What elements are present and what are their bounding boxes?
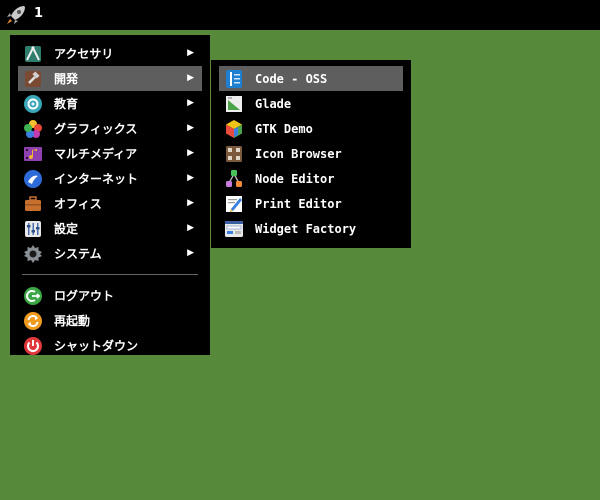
submenu-item-label: Node Editor	[255, 171, 335, 186]
development-submenu: Code - OSS Glade GTK Demo Icon Browser N…	[211, 60, 411, 248]
accessories-icon	[23, 44, 43, 64]
submenu-arrow-icon: ▶	[187, 248, 194, 258]
multimedia-icon	[23, 144, 43, 164]
office-icon	[23, 194, 43, 214]
menu-item-label: 教育	[54, 97, 79, 111]
reboot-icon	[23, 311, 43, 331]
system-icon	[23, 244, 43, 264]
submenu-item-label: Code - OSS	[255, 71, 328, 86]
submenu-arrow-icon: ▶	[187, 123, 194, 133]
submenu-arrow-icon: ▶	[187, 148, 194, 158]
workspace-indicator[interactable]: 1	[34, 6, 43, 21]
glade-icon	[224, 94, 244, 114]
submenu-item-print-editor[interactable]: Print Editor	[219, 191, 403, 216]
code-oss-icon	[224, 69, 244, 89]
submenu-item-label: Print Editor	[255, 196, 342, 211]
menu-item-logout[interactable]: ログアウト	[18, 283, 202, 308]
application-menu: アクセサリ ▶ 開発 ▶ 教育 ▶ グラフィックス ▶ マルチメディア ▶ イン…	[10, 35, 210, 355]
development-icon	[23, 69, 43, 89]
menu-item-label: ログアウト	[54, 289, 115, 303]
internet-icon	[23, 169, 43, 189]
submenu-arrow-icon: ▶	[187, 98, 194, 108]
menu-item-label: システム	[54, 247, 102, 261]
menu-item-label: シャットダウン	[54, 339, 139, 353]
menu-item-multimedia[interactable]: マルチメディア ▶	[18, 141, 202, 166]
submenu-arrow-icon: ▶	[187, 223, 194, 233]
menu-item-office[interactable]: オフィス ▶	[18, 191, 202, 216]
gtk-demo-icon	[224, 119, 244, 139]
menu-item-graphics[interactable]: グラフィックス ▶	[18, 116, 202, 141]
menu-item-system[interactable]: システム ▶	[18, 241, 202, 266]
logout-icon	[23, 286, 43, 306]
menu-item-education[interactable]: 教育 ▶	[18, 91, 202, 116]
submenu-item-label: Icon Browser	[255, 146, 342, 161]
graphics-icon	[23, 119, 43, 139]
node-editor-icon	[224, 169, 244, 189]
icon-browser-icon	[224, 144, 244, 164]
menu-item-reboot[interactable]: 再起動	[18, 308, 202, 333]
submenu-item-gtk-demo[interactable]: GTK Demo	[219, 116, 403, 141]
submenu-item-label: GTK Demo	[255, 121, 313, 136]
submenu-item-code-oss[interactable]: Code - OSS	[219, 66, 403, 91]
submenu-item-widget-factory[interactable]: Widget Factory	[219, 216, 403, 241]
menu-item-label: 設定	[54, 222, 79, 236]
shutdown-icon	[23, 336, 43, 356]
submenu-item-glade[interactable]: Glade	[219, 91, 403, 116]
menu-item-label: グラフィックス	[54, 122, 138, 136]
submenu-item-node-editor[interactable]: Node Editor	[219, 166, 403, 191]
menu-item-development[interactable]: 開発 ▶	[18, 66, 202, 91]
menu-item-label: 開発	[54, 72, 79, 86]
menu-item-shutdown[interactable]: シャットダウン	[18, 333, 202, 358]
menu-item-label: マルチメディア	[54, 147, 138, 161]
menu-item-internet[interactable]: インターネット ▶	[18, 166, 202, 191]
widget-factory-icon	[224, 219, 244, 239]
submenu-arrow-icon: ▶	[187, 173, 194, 183]
menu-item-settings[interactable]: 設定 ▶	[18, 216, 202, 241]
education-icon	[23, 94, 43, 114]
rocket-launcher-icon[interactable]	[4, 3, 28, 27]
taskbar: 1	[0, 0, 600, 30]
menu-item-label: オフィス	[54, 197, 102, 211]
submenu-item-label: Widget Factory	[255, 221, 357, 236]
print-editor-icon	[224, 194, 244, 214]
submenu-arrow-icon: ▶	[187, 198, 194, 208]
submenu-arrow-icon: ▶	[187, 48, 194, 58]
menu-separator	[22, 274, 198, 275]
menu-item-label: インターネット	[54, 172, 139, 186]
menu-item-label: アクセサリ	[54, 47, 114, 61]
submenu-item-label: Glade	[255, 96, 292, 111]
settings-icon	[23, 219, 43, 239]
menu-item-label: 再起動	[54, 314, 91, 328]
submenu-item-icon-browser[interactable]: Icon Browser	[219, 141, 403, 166]
menu-item-accessories[interactable]: アクセサリ ▶	[18, 41, 202, 66]
submenu-arrow-icon: ▶	[187, 73, 194, 83]
